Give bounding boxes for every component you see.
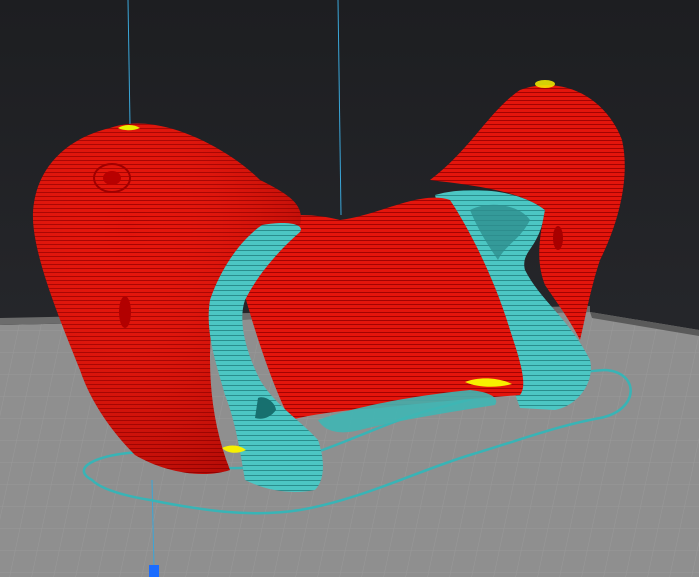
3d-viewport[interactable] — [0, 0, 699, 577]
origin-marker-icon[interactable] — [149, 565, 159, 577]
axis-line-left — [127, 0, 131, 126]
layer-preview-scene[interactable] — [0, 0, 699, 577]
axis-line-right — [337, 0, 342, 216]
